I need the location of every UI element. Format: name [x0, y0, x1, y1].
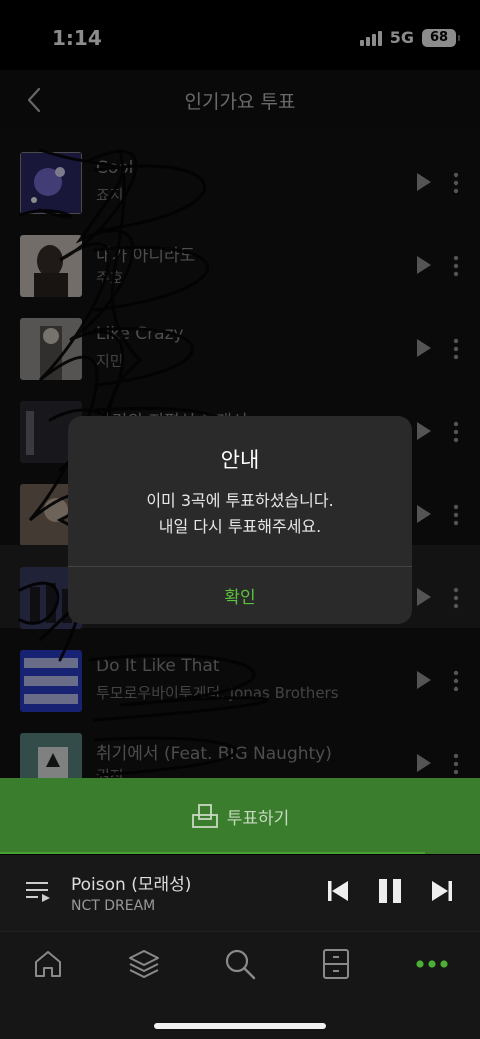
pause-button[interactable] [377, 877, 403, 905]
next-button[interactable] [430, 879, 454, 903]
vote-button[interactable]: 투표하기 [0, 778, 480, 854]
playlist-button[interactable] [24, 879, 52, 905]
previous-button[interactable] [326, 879, 350, 903]
tab-library[interactable] [126, 946, 162, 982]
tab-home[interactable] [30, 946, 66, 982]
mini-player[interactable]: Poison (모래성) NCT DREAM [0, 855, 480, 931]
tab-search[interactable] [222, 946, 258, 982]
skip-previous-icon [328, 881, 348, 901]
home-indicator [154, 1023, 326, 1029]
more-dots-icon [416, 960, 448, 968]
modal-overlay [0, 0, 480, 778]
pause-icon [379, 879, 401, 903]
now-playing-artist: NCT DREAM [71, 898, 156, 914]
confirm-button[interactable]: 확인 [68, 567, 412, 624]
tab-storage[interactable] [318, 946, 354, 982]
now-playing-title: Poison (모래성) [71, 875, 192, 895]
storage-icon [323, 949, 349, 979]
dialog-title: 안내 [220, 448, 260, 472]
alert-dialog: 안내 이미 3곡에 투표하셨습니다. 내일 다시 투표해주세요. 확인 [68, 416, 412, 624]
dialog-message-line: 이미 3곡에 투표하셨습니다. [146, 491, 334, 510]
tab-more[interactable] [414, 946, 450, 982]
bottom-tab-bar [0, 931, 480, 1039]
search-icon [225, 949, 256, 980]
home-icon [35, 951, 61, 977]
layers-icon [129, 950, 159, 979]
vote-button-label: 투표하기 [226, 808, 290, 829]
playback-progress[interactable] [0, 852, 425, 854]
dialog-message: 이미 3곡에 투표하셨습니다. 내일 다시 투표해주세요. [68, 488, 412, 540]
dialog-message-line: 내일 다시 투표해주세요. [158, 517, 322, 536]
ballot-box-icon [191, 804, 218, 828]
playlist-icon [26, 882, 50, 902]
skip-next-icon [432, 881, 452, 901]
